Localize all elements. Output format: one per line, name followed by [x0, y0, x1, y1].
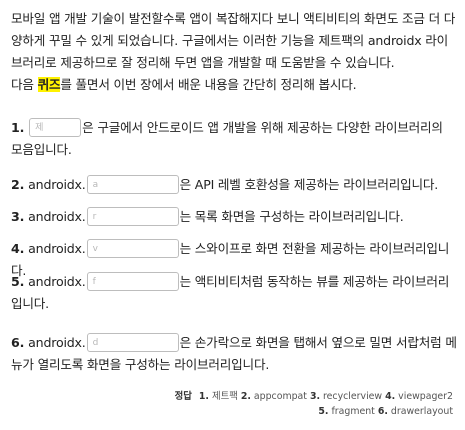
quiz-question-1: 1. 제 은 구글에서 안드로이드 앱 개발을 위해 제공하는 다양한 라이브러리의…	[11, 117, 457, 161]
question-number: 2.	[11, 177, 25, 192]
intro-paragraph: 모바일 앱 개발 기술이 발전할수록 앱이 복잡해지다 보니 액티비티의 화면도…	[11, 8, 459, 96]
quiz-question-2: 2. androidx. a 은 API 레벨 호환성을 제공하는 라이브러리입니다.	[11, 174, 457, 196]
answer-key: 정답 1. 제트팩 2. appcompat 3. recyclerview 4…	[175, 389, 453, 419]
intro-quiz-after: 를 풀면서 이번 장에서 배운 내용을 간단히 정리해 봅시다.	[60, 77, 357, 92]
answer-value: recyclerview	[323, 391, 383, 402]
answer-value: viewpager2	[398, 391, 453, 402]
question-prefix: androidx.	[28, 177, 86, 192]
answer-blank-1[interactable]: 제	[29, 118, 82, 137]
answer-number: 1.	[198, 391, 209, 402]
answer-key-line-2: 5. fragment 6. drawerlayout	[175, 404, 453, 419]
answer-blank-6[interactable]: d	[86, 333, 179, 352]
answer-number: 5.	[318, 406, 329, 417]
answer-key-line-1: 정답 1. 제트팩 2. appcompat 3. recyclerview 4…	[175, 389, 453, 404]
question-text: 는 목록 화면을 구성하는 라이브러리입니다.	[179, 209, 404, 224]
question-text: 은 API 레벨 호환성을 제공하는 라이브러리입니다.	[179, 177, 439, 192]
question-number: 3.	[11, 209, 25, 224]
question-number: 6.	[11, 335, 25, 350]
question-prefix: androidx.	[28, 274, 86, 289]
answer-blank-5[interactable]: f	[86, 272, 179, 291]
answer-number: 6.	[377, 406, 388, 417]
intro-quiz-before: 다음	[11, 77, 38, 92]
quiz-question-5: 5. androidx. f 는 액티비티처럼 동작하는 뷰를 제공하는 라이브러리입…	[11, 271, 457, 315]
question-number: 1.	[11, 120, 25, 135]
question-number: 5.	[11, 274, 25, 289]
question-prefix: androidx.	[28, 209, 86, 224]
answer-blank-2[interactable]: a	[86, 175, 179, 194]
quiz-question-6: 6. androidx. d 은 손가락으로 화면을 탭해서 옆으로 밀면 서랍처럼 …	[11, 332, 457, 376]
answer-value: appcompat	[253, 391, 307, 402]
answer-number: 2.	[240, 391, 251, 402]
question-prefix: androidx.	[28, 335, 86, 350]
question-number: 4.	[11, 241, 25, 256]
answer-key-label: 정답	[174, 391, 192, 402]
answer-value: 제트팩	[211, 391, 238, 402]
highlight-quiz: 퀴즈	[37, 77, 61, 92]
intro-quiz-line: 다음 퀴즈를 풀면서 이번 장에서 배운 내용을 간단히 정리해 봅시다.	[11, 74, 459, 96]
intro-text: 모바일 앱 개발 기술이 발전할수록 앱이 복잡해지다 보니 액티비티의 화면도…	[11, 11, 456, 70]
answer-value: drawerlayout	[390, 406, 453, 417]
question-prefix: androidx.	[28, 241, 86, 256]
quiz-question-3: 3. androidx. r 는 목록 화면을 구성하는 라이브러리입니다.	[11, 206, 457, 228]
answer-number: 4.	[385, 391, 396, 402]
answer-blank-4[interactable]: v	[86, 239, 179, 258]
answer-number: 3.	[309, 391, 321, 402]
answer-value: fragment	[331, 406, 375, 417]
answer-blank-3[interactable]: r	[86, 207, 179, 226]
